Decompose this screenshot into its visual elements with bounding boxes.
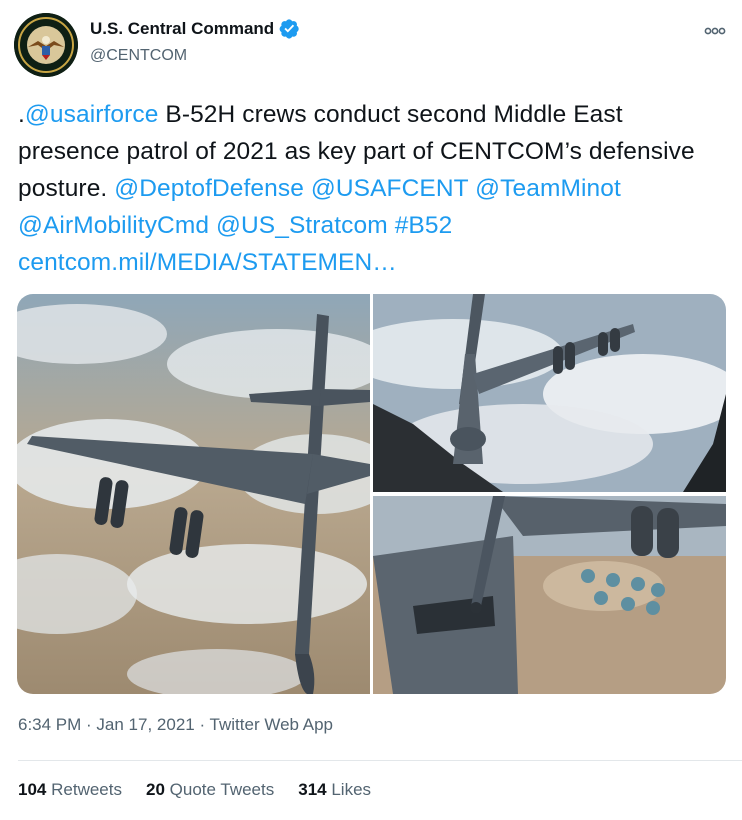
retweets-count: 104	[18, 780, 47, 799]
likes-stat[interactable]: 314 Likes	[298, 780, 371, 800]
more-options-icon[interactable]	[704, 24, 726, 36]
tweet-time[interactable]: 6:34 PM	[18, 715, 81, 734]
tweet-text: .@usairforce B-52H crews conduct second …	[18, 96, 718, 281]
tweet-text-segment	[388, 212, 395, 239]
tweet-text-segment	[209, 212, 216, 239]
meta-separator: ·	[81, 715, 97, 734]
author-name[interactable]: U.S. Central Command	[90, 19, 274, 39]
mention-link[interactable]: @AirMobilityCmd	[18, 212, 209, 239]
mention-link[interactable]: @TeamMinot	[475, 175, 621, 202]
tweet-date[interactable]: Jan 17, 2021	[96, 715, 194, 734]
tweet-text-segment: .	[18, 101, 25, 128]
mention-link[interactable]: @US_Stratcom	[216, 212, 388, 239]
photo-b52-refueling-boom[interactable]	[373, 294, 726, 492]
url-link[interactable]: centcom.mil/MEDIA/STATEMEN…	[18, 249, 397, 276]
quote-tweets-stat[interactable]: 20 Quote Tweets	[146, 780, 274, 800]
media-grid	[17, 294, 726, 694]
meta-separator: ·	[194, 715, 210, 734]
mention-link[interactable]: @DeptofDefense	[114, 175, 304, 202]
divider	[18, 760, 742, 761]
hashtag-link[interactable]: #B52	[395, 212, 453, 239]
mention-link[interactable]: @USAFCENT	[311, 175, 468, 202]
retweets-label: Retweets	[51, 780, 122, 799]
quote-tweets-count: 20	[145, 780, 165, 799]
mention-link[interactable]: @usairforce	[25, 101, 159, 128]
tweet-source-app[interactable]: Twitter Web App	[210, 715, 333, 734]
tweet-author: U.S. Central Command @CENTCOM	[90, 18, 300, 65]
quote-tweets-label: Quote Tweets	[169, 780, 275, 799]
verified-badge-icon	[279, 19, 299, 39]
tweet-text-segment	[304, 175, 311, 202]
retweets-stat[interactable]: 104 Retweets	[18, 780, 122, 800]
photo-b52-cockpit-closeup[interactable]	[373, 496, 726, 694]
author-handle[interactable]: @CENTCOM	[90, 47, 300, 65]
photo-b52-from-above[interactable]	[17, 294, 370, 694]
tweet-meta: 6:34 PM · Jan 17, 2021 · Twitter Web App	[18, 715, 333, 735]
centcom-seal-icon	[14, 13, 78, 77]
likes-count: 314	[298, 780, 327, 799]
likes-label: Likes	[331, 780, 372, 799]
avatar[interactable]	[14, 13, 78, 77]
tweet-stats: 104 Retweets 20 Quote Tweets 314 Likes	[18, 780, 371, 800]
